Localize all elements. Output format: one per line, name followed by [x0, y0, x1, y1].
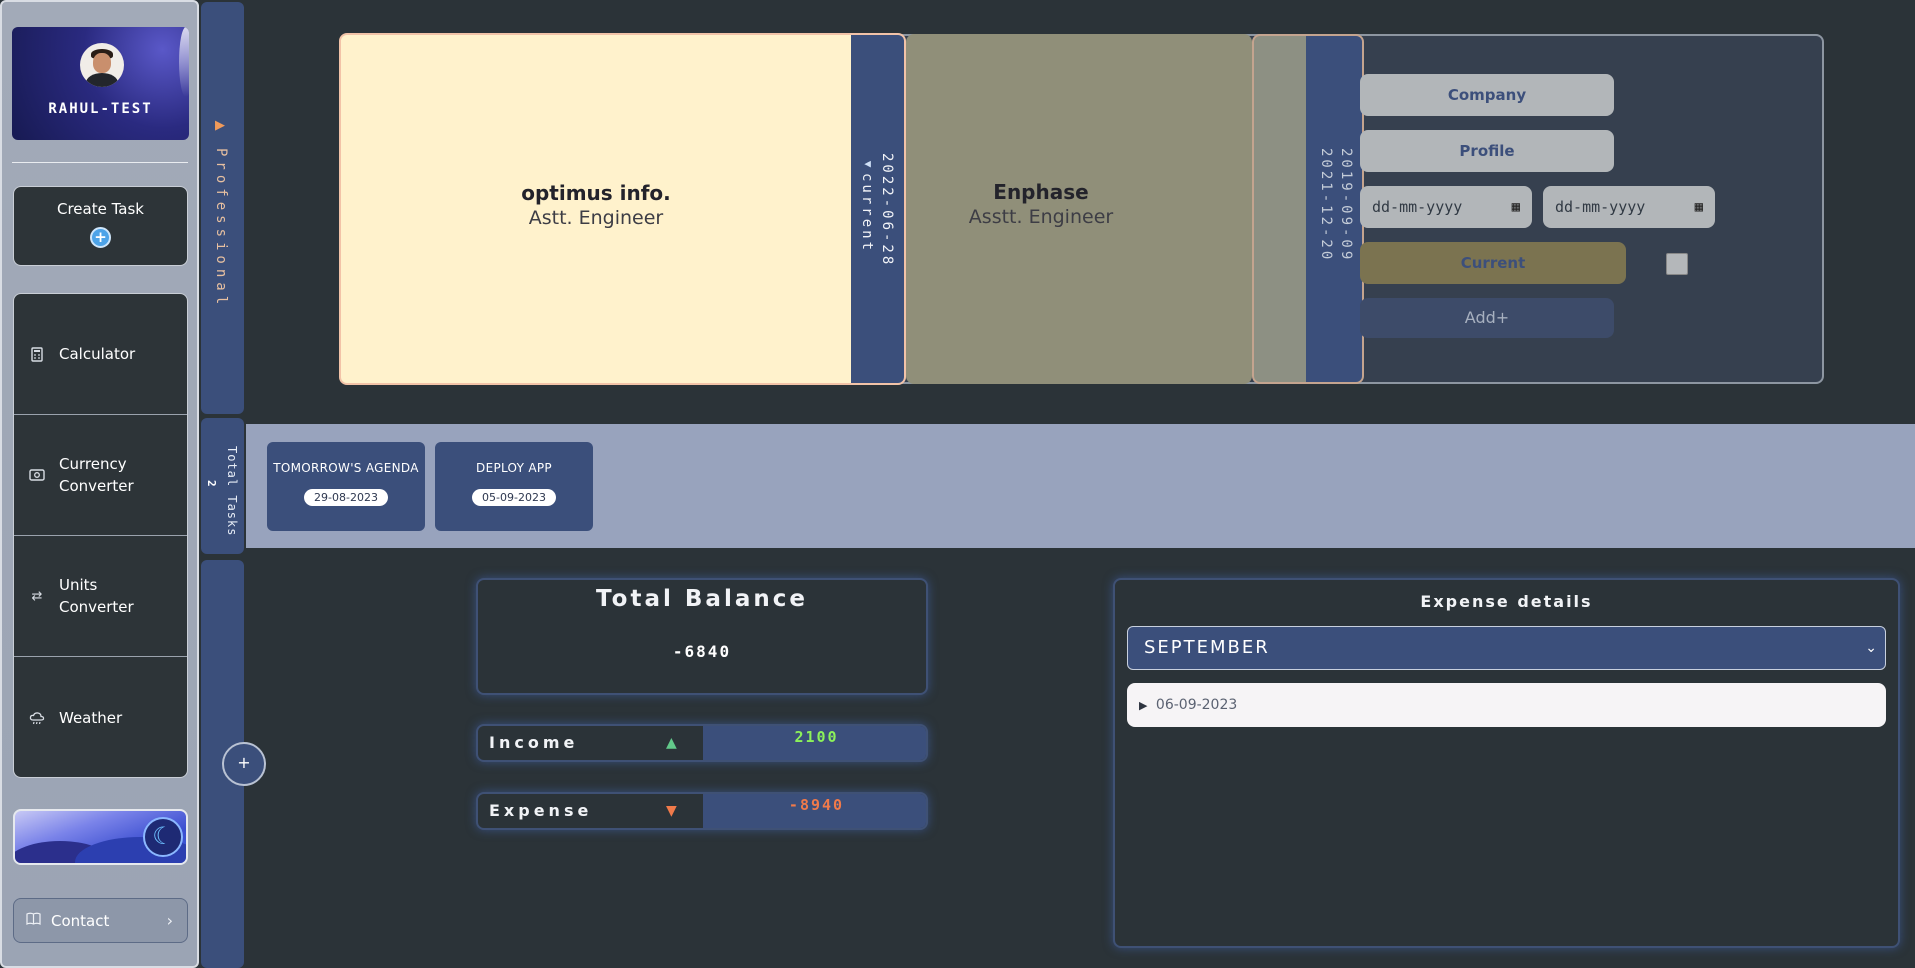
calendar-icon[interactable]: ▦ [1695, 186, 1703, 228]
tasks-strip: Total Tasks 2 [201, 418, 244, 554]
total-balance-card: Total Balance -6840 [476, 578, 928, 695]
expense-date: 06-09-2023 [1155, 697, 1238, 713]
theme-toggle[interactable]: ☾ [13, 809, 188, 865]
task-card[interactable]: DEPLOY APP 05-09-2023 [435, 442, 593, 531]
profile-name: RAHUL-TEST [48, 101, 153, 117]
task-date: 29-08-2023 [304, 489, 388, 506]
month-select[interactable]: SEPTEMBER ⌄ [1127, 626, 1886, 670]
calculator-icon [28, 345, 46, 363]
task-date: 05-09-2023 [472, 489, 556, 506]
expense-row[interactable]: Expense ▼ -8940 [476, 792, 928, 830]
swap-icon: ⇄ [31, 588, 43, 604]
task-name: DEPLOY APP [476, 461, 552, 475]
tool-label: Currency Converter [59, 455, 134, 495]
professional-strip[interactable]: ▶ Professional [201, 2, 244, 414]
total-tasks-label: Total Tasks [225, 446, 239, 537]
arrow-down-icon: ▼ [666, 803, 677, 819]
plus-circle-icon[interactable]: + [90, 227, 111, 248]
expense-date-row[interactable]: ▶ 06-09-2023 [1127, 683, 1886, 727]
chevron-down-icon: ⌄ [1865, 640, 1879, 656]
task-name: TOMORROW'S AGENDA [273, 461, 419, 475]
job-card[interactable]: Enphase Asstt. Engineer [906, 34, 1252, 384]
professional-label: Professional [213, 148, 229, 310]
sidebar-divider [12, 162, 188, 163]
job-company: Enphase [993, 180, 1089, 204]
current-triangle-icon: ◀ [861, 157, 874, 173]
current-button[interactable]: Current [1360, 242, 1626, 284]
task-card[interactable]: TOMORROW'S AGENDA 29-08-2023 [267, 442, 425, 531]
job-end-date: 2021-12-20 [1318, 148, 1334, 263]
tools-menu: Calculator Currency Converter ⇄ Units Co… [13, 293, 188, 778]
contact-label: Contact [51, 911, 110, 930]
sidebar: RAHUL-TEST Create Task + Calculator Curr… [0, 0, 199, 968]
contact-button[interactable]: Contact › [13, 898, 188, 943]
tool-calculator[interactable]: Calculator [14, 294, 187, 415]
tool-currency-converter[interactable]: Currency Converter [14, 415, 187, 536]
tool-label: Calculator [59, 345, 136, 363]
tool-label: Units Converter [59, 576, 134, 616]
company-input[interactable]: Company [1360, 74, 1614, 116]
currency-icon [28, 466, 46, 484]
expense-details-panel: Expense details SEPTEMBER ⌄ ▶ 06-09-2023 [1113, 578, 1900, 948]
job-role: Astt. Engineer [528, 207, 664, 229]
expense-value: -8940 [788, 796, 845, 814]
arrow-up-icon: ▲ [666, 735, 677, 751]
tool-weather[interactable]: Weather [14, 657, 187, 777]
job-end-date: ◀current [859, 157, 875, 254]
expense-details-title: Expense details [1420, 592, 1593, 611]
total-tasks-count: 2 [205, 480, 218, 487]
profile-card[interactable]: RAHUL-TEST [12, 27, 189, 140]
moon-icon[interactable]: ☾ [143, 817, 183, 857]
job-role: Asstt. Engineer [968, 206, 1114, 228]
job-start-date: 2022-06-28 [879, 153, 895, 268]
job-card-date-strip[interactable]: 2021-12-20 2019-09-09 [1252, 34, 1364, 384]
profile-input[interactable]: Profile [1360, 130, 1614, 172]
income-row[interactable]: Income ▲ 2100 [476, 724, 928, 762]
add-transaction-button[interactable]: + [222, 742, 266, 786]
income-value: 2100 [794, 728, 839, 746]
avatar[interactable] [80, 43, 124, 87]
job-card-current[interactable]: optimus info. Astt. Engineer ◀current 20… [339, 33, 906, 385]
current-checkbox[interactable] [1666, 253, 1688, 275]
end-date-input[interactable]: dd-mm-yyyy ▦ [1543, 186, 1715, 228]
total-balance-title: Total Balance [596, 586, 808, 612]
create-task-label: Create Task [57, 200, 144, 218]
expense-label: Expense [489, 801, 593, 820]
disclosure-triangle-icon[interactable]: ▶ [1139, 699, 1147, 712]
expand-triangle-icon[interactable]: ▶ [215, 118, 225, 133]
tool-units-converter[interactable]: ⇄ Units Converter [14, 536, 187, 657]
profile-glow [179, 27, 189, 97]
total-balance-value: -6840 [672, 642, 732, 661]
create-task-button[interactable]: Create Task + [13, 186, 188, 266]
income-label: Income [489, 733, 579, 752]
cloud-rain-icon [28, 709, 46, 727]
calendar-icon[interactable]: ▦ [1512, 186, 1520, 228]
job-start-date: 2019-09-09 [1338, 148, 1354, 263]
job-company: optimus info. [521, 181, 671, 205]
start-date-input[interactable]: dd-mm-yyyy ▦ [1360, 186, 1532, 228]
tool-label: Weather [59, 708, 123, 727]
book-icon [26, 912, 41, 929]
chevron-right-icon: › [166, 911, 173, 930]
add-job-button[interactable]: Add+ [1360, 298, 1614, 338]
professional-section: Enphase Asstt. Engineer 2021-12-20 2019-… [246, 2, 1915, 414]
